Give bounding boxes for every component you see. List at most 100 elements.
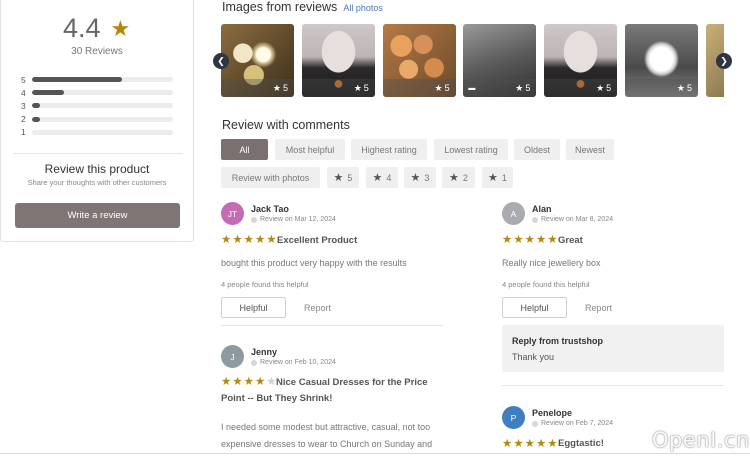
filter-2-label: 2 bbox=[462, 172, 468, 183]
review-image-thumbnail[interactable]: ★ 5 bbox=[301, 24, 375, 97]
review-image-thumbnail[interactable]: ★ 5 bbox=[382, 24, 456, 97]
filter-lowest-rating[interactable]: Lowest rating bbox=[434, 139, 508, 160]
filter-highest-rating[interactable]: Highest rating bbox=[351, 139, 427, 160]
review-stars: ★ ★ ★ ★ ★ bbox=[502, 438, 558, 451]
avatar: JT bbox=[221, 202, 244, 225]
star-icon: ★ bbox=[410, 172, 421, 184]
distribution-row[interactable]: 2 bbox=[21, 113, 173, 126]
review-body-line1: I needed some modest but attractive, cas… bbox=[221, 422, 431, 432]
star-filled-icon: ★ bbox=[232, 376, 243, 388]
review-title-line2: Point -- But They Shrink! bbox=[221, 393, 333, 404]
review-image-thumbnail[interactable]: ★ 5 bbox=[625, 24, 698, 97]
filter-with-photos[interactable]: Review with photos bbox=[221, 167, 320, 188]
thumbnail-rating: 5 bbox=[282, 83, 288, 93]
reply-title: Reply from trustshop bbox=[512, 336, 604, 346]
filter-all[interactable]: All bbox=[221, 139, 268, 160]
filter-2-star[interactable]: ★ 2 bbox=[442, 167, 475, 188]
distribution-bar-fill bbox=[32, 116, 41, 122]
thumbnail-rating-bar: ★ 5 bbox=[301, 79, 375, 97]
review-body: Really nice jewellery box bbox=[502, 258, 601, 268]
helpful-button[interactable]: Helpful bbox=[502, 297, 567, 318]
star-filled-icon: ★ bbox=[547, 438, 558, 450]
star-icon: ★ bbox=[353, 82, 362, 93]
reviewer-name: Alan bbox=[532, 204, 552, 214]
review-date: Review on Mar 12, 2024 bbox=[251, 216, 336, 223]
images-header: Images from reviews All photos bbox=[222, 0, 383, 14]
thumbnail-rating-bar: ★ 5 bbox=[544, 79, 618, 97]
distribution-bar bbox=[32, 103, 173, 109]
carousel-prev-button[interactable]: ❮ bbox=[213, 53, 229, 69]
filter-3-star[interactable]: ★ 3 bbox=[404, 167, 436, 188]
review-product-subtext: Share your thoughts with other customers bbox=[27, 178, 167, 187]
star-filled-icon: ★ bbox=[535, 234, 547, 246]
chevron-right-icon: ❯ bbox=[720, 55, 728, 66]
thumbnail-rating-bar: ★ 5 bbox=[625, 79, 698, 97]
thumbnail-rating-bar: ▬ ★ 5 bbox=[463, 79, 537, 97]
thumbnail-rating-bar: ★ 5 bbox=[221, 79, 294, 97]
all-photos-link[interactable]: All photos bbox=[343, 3, 383, 13]
total-reviews: 30 Reviews bbox=[71, 46, 123, 57]
filter-5-star[interactable]: ★ 5 bbox=[327, 167, 359, 188]
filter-newest[interactable]: Newest bbox=[566, 139, 614, 160]
review-body: bought this product very happy with the … bbox=[221, 258, 407, 268]
filter-5-label: 5 bbox=[347, 172, 353, 183]
avatar: A bbox=[502, 202, 525, 225]
helpful-count: 4 people found this helpful bbox=[502, 280, 590, 289]
divider bbox=[502, 385, 724, 386]
thumbnail-rating: 5 bbox=[525, 83, 531, 93]
distribution-bar-fill bbox=[32, 77, 123, 83]
review-date-text: Review on Mar 12, 2024 bbox=[260, 216, 336, 223]
review-date: Review on Feb 10, 2024 bbox=[251, 359, 336, 366]
review-date-text: Review on Mar 8, 2024 bbox=[541, 216, 613, 223]
carousel-next-button[interactable]: ❯ bbox=[716, 53, 732, 69]
filter-4-star[interactable]: ★ 4 bbox=[366, 167, 398, 188]
filter-1-label: 1 bbox=[501, 172, 507, 183]
review-images-carousel: ★ 5 ★ 5 ★ 5 ▬ ★ 5 ★ 5 ★ 5 bbox=[221, 24, 724, 97]
star-filled-icon: ★ bbox=[513, 438, 524, 450]
filter-1-star[interactable]: ★ 1 bbox=[482, 167, 513, 188]
filter-oldest[interactable]: Oldest bbox=[514, 139, 560, 160]
star-icon: ★ bbox=[272, 82, 281, 93]
distribution-row[interactable]: 5 bbox=[21, 73, 173, 86]
review-title: Eggtastic! bbox=[558, 438, 604, 449]
distribution-label: 4 bbox=[21, 87, 26, 98]
verified-dot-icon bbox=[532, 216, 538, 223]
report-link[interactable]: Report bbox=[304, 303, 331, 313]
filter-most-helpful[interactable]: Most helpful bbox=[275, 139, 345, 160]
star-filled-icon: ★ bbox=[221, 234, 232, 246]
star-icon: ★ bbox=[449, 172, 459, 184]
distribution-bar bbox=[32, 77, 173, 83]
thumbnail-rating: 5 bbox=[686, 83, 692, 93]
star-filled-icon: ★ bbox=[502, 438, 513, 450]
video-icon: ▬ bbox=[468, 84, 476, 92]
distribution-bar bbox=[32, 129, 173, 135]
star-filled-icon: ★ bbox=[535, 438, 547, 450]
review-title-line1: Nice Casual Dresses for the Price bbox=[276, 377, 428, 388]
star-filled-icon: ★ bbox=[524, 234, 535, 246]
verified-dot-icon bbox=[532, 420, 538, 427]
star-icon: ★ bbox=[515, 82, 524, 93]
verified-dot-icon bbox=[251, 359, 257, 366]
reviewer-name: Jenny bbox=[251, 347, 278, 357]
distribution-label: 3 bbox=[21, 100, 26, 111]
helpful-count: 4 people found this helpful bbox=[221, 280, 309, 289]
star-filled-icon: ★ bbox=[254, 376, 266, 388]
star-filled-icon: ★ bbox=[243, 376, 254, 388]
helpful-button[interactable]: Helpful bbox=[221, 297, 286, 318]
distribution-row[interactable]: 4 bbox=[21, 86, 173, 99]
star-icon: ★ bbox=[596, 82, 605, 93]
star-icon: ★ bbox=[110, 15, 131, 41]
review-image-thumbnail[interactable]: ★ 5 bbox=[221, 24, 294, 97]
images-title: Images from reviews bbox=[222, 0, 338, 14]
distribution-row[interactable]: 1 bbox=[21, 126, 173, 139]
distribution-row[interactable]: 3 bbox=[21, 99, 173, 112]
write-review-button[interactable]: Write a review bbox=[15, 203, 180, 228]
review-stars: ★ ★ ★ ★ ★ bbox=[221, 234, 277, 247]
star-filled-icon: ★ bbox=[221, 376, 232, 388]
star-icon: ★ bbox=[372, 172, 383, 184]
review-image-thumbnail[interactable]: ▬ ★ 5 bbox=[463, 24, 537, 97]
chevron-left-icon: ❮ bbox=[217, 55, 225, 66]
distribution-label: 5 bbox=[21, 74, 26, 85]
report-link[interactable]: Report bbox=[585, 303, 612, 313]
review-image-thumbnail[interactable]: ★ 5 bbox=[544, 24, 618, 97]
